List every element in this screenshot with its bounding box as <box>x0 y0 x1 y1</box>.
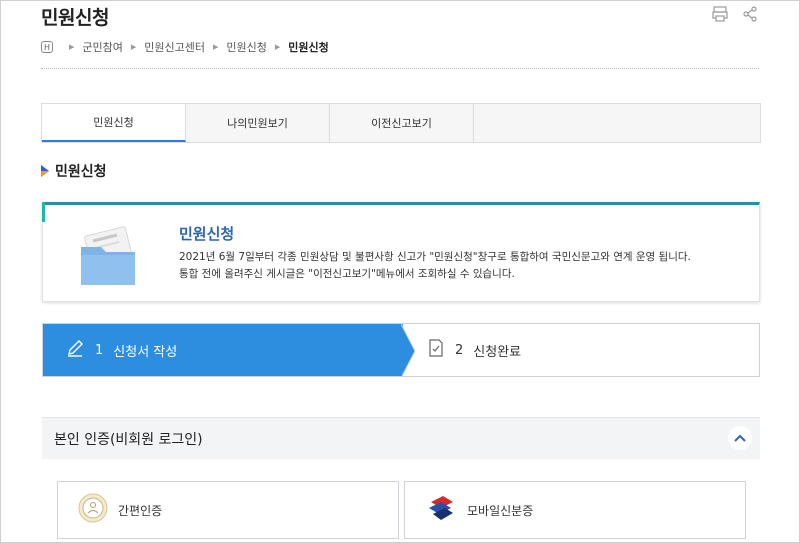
step-1: 1 신청서 작성 <box>65 324 177 376</box>
breadcrumb-current: 민원신청 <box>288 41 329 54</box>
document-icon <box>427 338 445 362</box>
breadcrumb-item[interactable]: 군민참여 <box>82 39 122 55</box>
share-icon[interactable] <box>741 5 759 23</box>
mobile-id-icon <box>425 494 457 526</box>
tab-bar: 민원신청 나의민원보기 이전신고보기 <box>41 103 761 143</box>
section-title: 민원신청 <box>55 164 107 180</box>
breadcrumb-separator: ▶ <box>69 43 75 51</box>
info-card: 민원신청 2021년 6월 7일부터 각종 민원상담 및 불편사항 신고가 "민… <box>42 202 760 302</box>
breadcrumb-separator: ▶ <box>130 43 137 51</box>
mobile-id-label: 모바일신분증 <box>467 503 534 518</box>
tab-previous-reports[interactable]: 이전신고보기 <box>330 104 474 142</box>
tab-my-requests[interactable]: 나의민원보기 <box>186 104 330 142</box>
card-title: 민원신청 <box>179 225 235 243</box>
home-icon[interactable]: H <box>41 41 53 53</box>
breadcrumb: H ▶ 군민참여 ▶ 민원신고센터 ▶ 민원신청 ▶ 민원신청 <box>41 39 329 55</box>
breadcrumb-item[interactable]: 민원신청 <box>226 39 266 55</box>
step-1-label: 신청서 작성 <box>113 344 178 360</box>
card-description: 2021년 6월 7일부터 각종 민원상담 및 불편사항 신고가 "민원신청"창… <box>179 249 691 283</box>
tab-request[interactable]: 민원신청 <box>42 104 186 142</box>
breadcrumb-separator: ▶ <box>274 43 281 51</box>
step-indicator: 1 신청서 작성 2 신청완료 <box>42 323 760 377</box>
step-2: 2 신청완료 <box>427 324 521 376</box>
step-1-number: 1 <box>95 342 104 358</box>
breadcrumb-separator: ▶ <box>213 43 219 51</box>
folder-icon <box>73 221 145 287</box>
breadcrumb-item[interactable]: 민원신고센터 <box>144 39 205 55</box>
page-title: 민원신청 <box>41 7 109 29</box>
step-2-label: 신청완료 <box>473 344 522 360</box>
print-icon[interactable] <box>711 5 729 23</box>
chevron-up-icon[interactable] <box>728 426 752 450</box>
card-description-line: 2021년 6월 7일부터 각종 민원상담 및 불편사항 신고가 "민원신청"창… <box>179 251 691 263</box>
auth-title: 본인 인증(비회원 로그인) <box>54 431 203 448</box>
mobile-id-button[interactable]: 모바일신분증 <box>404 481 746 539</box>
simple-auth-button[interactable]: 간편인증 <box>57 481 399 539</box>
card-accent <box>42 202 45 222</box>
step-2-number: 2 <box>455 342 464 358</box>
card-description-line: 통합 전에 올려주신 게시글은 "이전신고보기"메뉴에서 조회하실 수 있습니다… <box>179 268 515 280</box>
page-tools <box>711 5 759 23</box>
section-heading: 민원신청 <box>41 161 107 181</box>
pencil-icon <box>65 338 85 362</box>
section-marker-icon <box>41 165 49 177</box>
simple-auth-icon <box>78 493 108 527</box>
simple-auth-label: 간편인증 <box>118 503 163 518</box>
header-divider <box>41 68 759 69</box>
auth-accordion-header[interactable]: 본인 인증(비회원 로그인) <box>42 417 760 459</box>
